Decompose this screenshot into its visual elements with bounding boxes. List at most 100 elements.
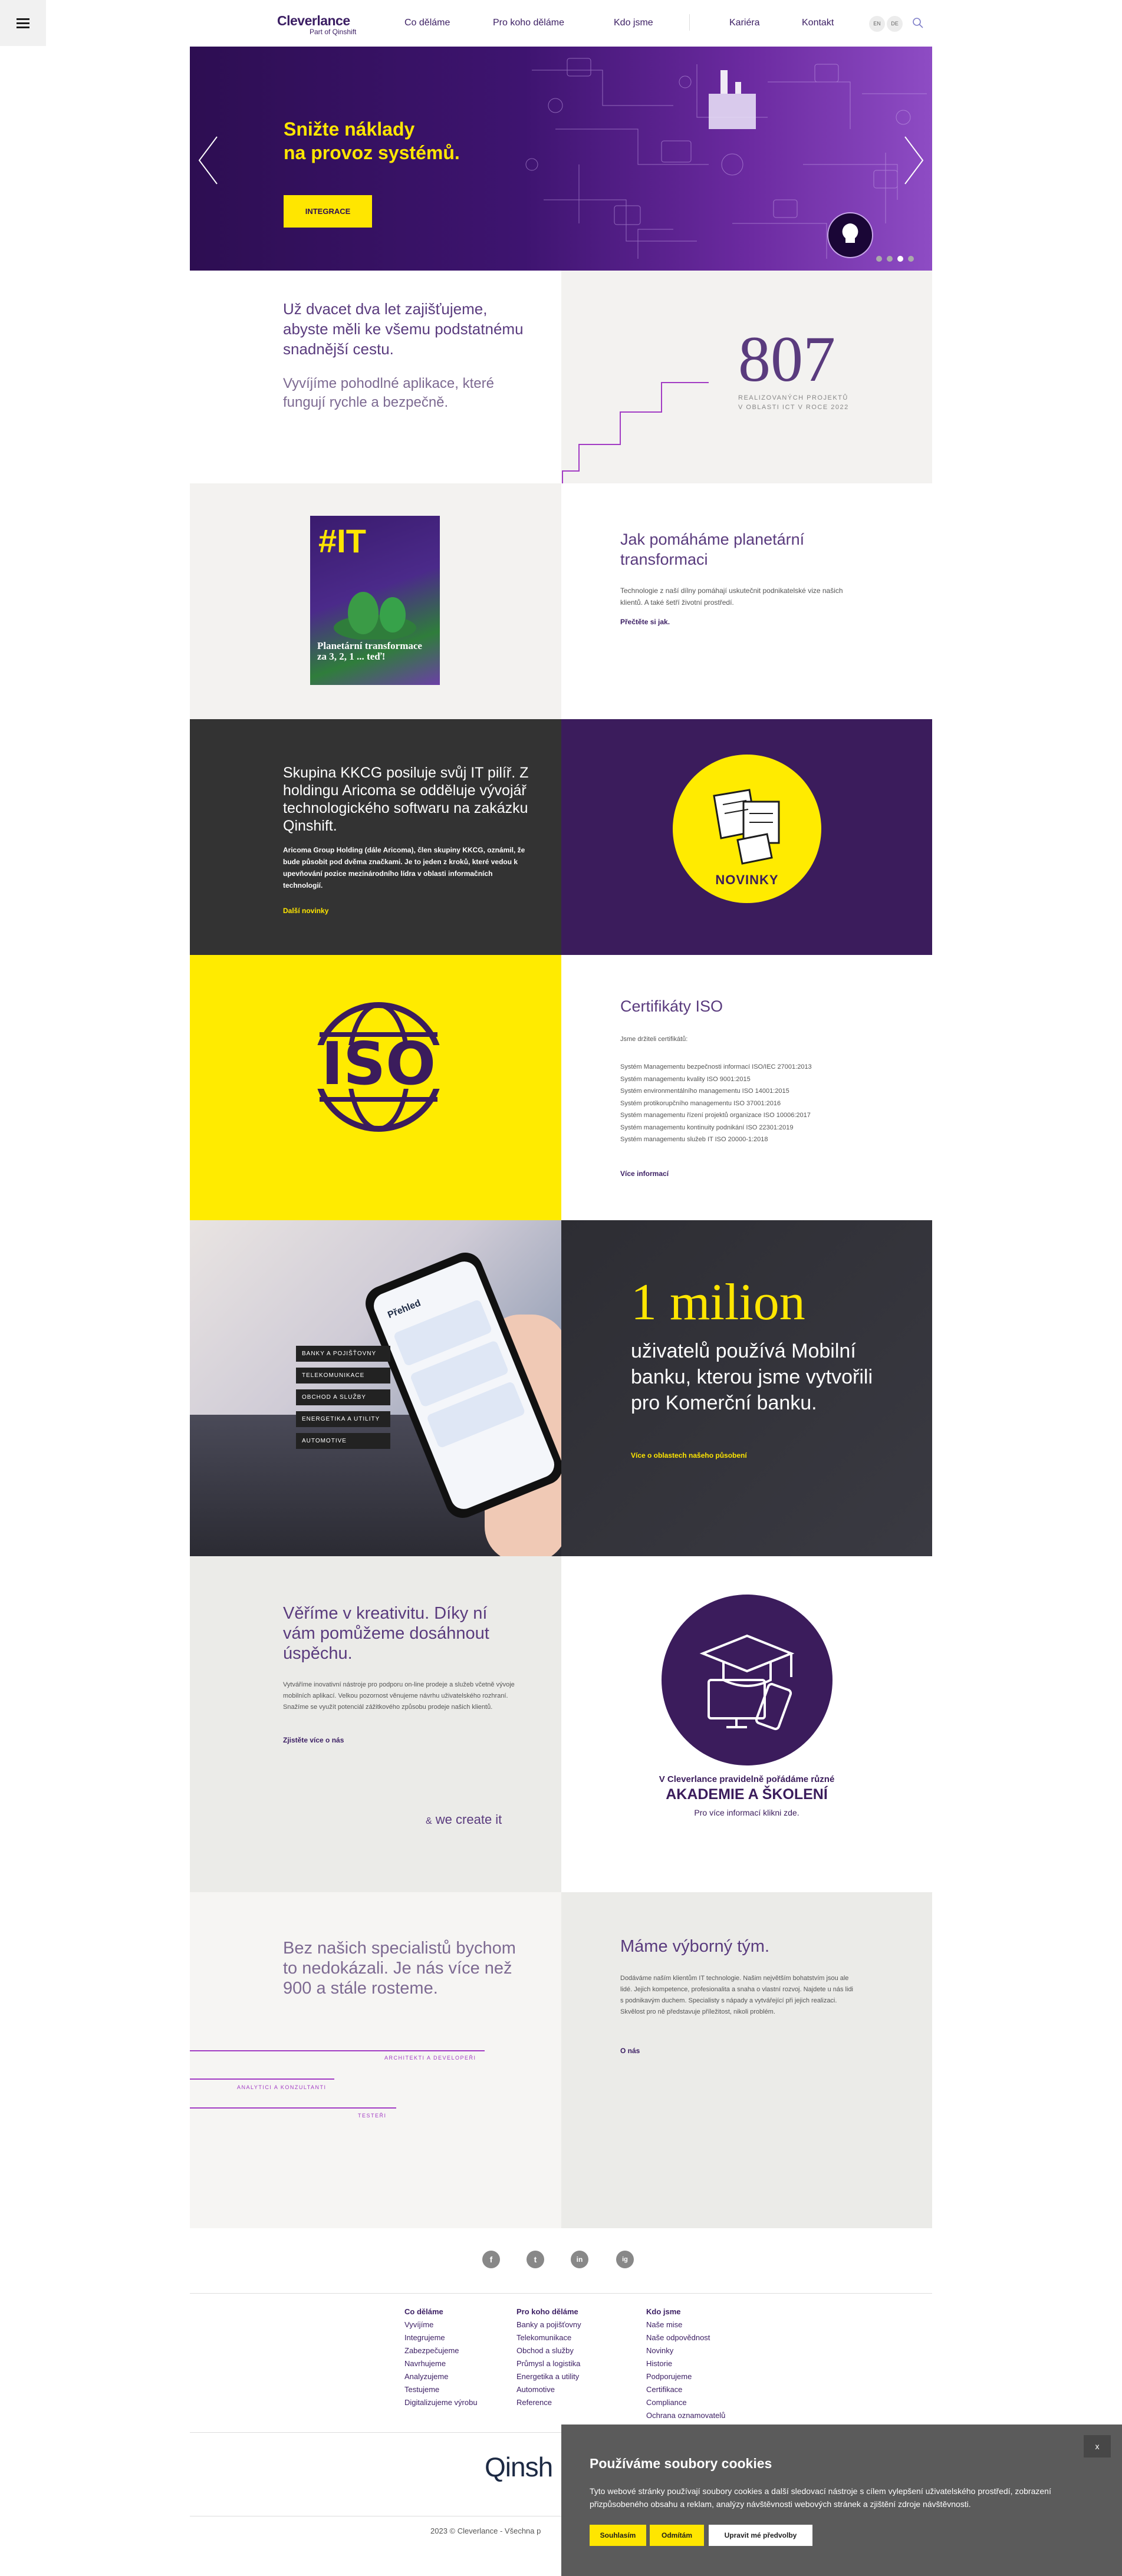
role-line [190,2107,396,2109]
footer-link[interactable]: Banky a pojišťovny [516,2318,581,2331]
hero-title: Snižte náklady na provoz systémů. [284,117,460,164]
footer-link[interactable]: Integrujeme [404,2331,478,2344]
industry-tag[interactable]: OBCHOD A SLUŽBY [296,1389,390,1405]
magazine-text: Technologie z naší dílny pomáhají uskute… [620,587,843,607]
hero-slider: Snižte náklady na provoz systémů. INTEGR… [190,47,932,271]
cookie-close-button[interactable]: x [1084,2435,1111,2458]
slider-dot-active[interactable] [897,256,903,262]
footer-link[interactable]: Reference [516,2396,581,2409]
facebook-icon[interactable]: f [482,2251,500,2268]
footer-link[interactable]: Automotive [516,2383,581,2396]
academy-circle [662,1595,833,1765]
nav-co-delame[interactable]: Co děláme [404,18,450,28]
cookie-reject-button[interactable]: Odmítám [650,2525,704,2546]
iso-item: Systém Managementu bezpečnosti informací… [620,1063,812,1070]
team-section: Bez našich specialistů bychom to nedokáz… [190,1892,932,2228]
team-right-text: Dodáváme naším klientům IT technologie. … [620,1975,854,2015]
iso-intro: Jsme držiteli certifikátů: [620,1036,688,1043]
nav-pro-koho[interactable]: Pro koho děláme [493,18,564,28]
footer-link[interactable]: Naše odpovědnost [646,2331,725,2344]
academy-line: V Cleverlance pravidelně pořádáme různé [659,1774,835,1784]
industry-tag[interactable]: TELEKOMUNIKACE [296,1368,390,1383]
documents-icon [713,789,780,865]
news-text: Aricoma Group Holding (dále Aricoma), čl… [283,846,525,890]
intro-sub: Vyvíjíme pohodlné aplikace, které funguj… [283,375,494,410]
footer-link[interactable]: Certifikace [646,2383,725,2396]
footer-link[interactable]: Naše mise [646,2318,725,2331]
copyright: 2023 © Cleverlance - Všechna p [430,2526,541,2535]
slider-next-arrow-icon[interactable] [901,134,927,187]
slider-dot[interactable] [908,256,914,262]
nav-kariera[interactable]: Kariéra [729,18,760,28]
hero-integrace-button[interactable]: INTEGRACE [284,195,372,228]
industry-tag[interactable]: ENERGETIKA A UTILITY [296,1411,390,1427]
qinshift-logo[interactable]: Qinsh [485,2451,553,2483]
footer-link[interactable]: Vyvíjíme [404,2318,478,2331]
magazine-text-panel: Jak pomáháme planetární transformaci Tec… [561,483,932,719]
creativity-text-panel: Věříme v kreativitu. Díky ní vám pomůžem… [190,1556,561,1892]
footer-link[interactable]: Digitalizujeme výrobu [404,2396,478,2409]
slider-dot[interactable] [887,256,893,262]
stat-panel: 807 REALIZOVANÝCH PROJEKTŮ V OBLASTI ICT… [561,271,932,483]
footer-link[interactable]: Testujeme [404,2383,478,2396]
news-more-link[interactable]: Další novinky [283,907,328,915]
footer-link[interactable]: Compliance [646,2396,725,2409]
cookie-settings-button[interactable]: Upravit mé předvolby [709,2525,812,2546]
footer-link[interactable]: Obchod a služby [516,2344,581,2357]
cookie-banner: x Používáme soubory cookies Tyto webové … [561,2425,1122,2576]
instagram-icon[interactable]: ig [616,2251,634,2268]
nav-kontakt[interactable]: Kontakt [802,18,834,28]
creativity-title: Věříme v kreativitu. Díky ní vám pomůžem… [283,1604,489,1663]
slider-prev-arrow-icon[interactable] [195,134,221,187]
footer-link[interactable]: Novinky [646,2344,725,2357]
footer-link[interactable]: Ochrana oznamovatelů [646,2409,725,2422]
news-section: Skupina KKCG posiluje svůj IT pilíř. Z h… [190,719,932,955]
role-line [190,2050,485,2051]
lang-en-button[interactable]: EN [869,16,885,32]
footer-link[interactable]: Analyzujeme [404,2370,478,2383]
footer-link[interactable]: Telekomunikace [516,2331,581,2344]
team-right-title: Máme výborný tým. [620,1937,769,1956]
footer-link[interactable]: Historie [646,2357,725,2370]
news-badge-label: NOVINKY [715,872,779,887]
academy-panel[interactable]: V Cleverlance pravidelně pořádáme různé … [561,1556,932,1892]
footer-link[interactable]: Průmysl a logistika [516,2357,581,2370]
about-link[interactable]: O nás [620,2047,640,2055]
iso-more-link[interactable]: Více informací [620,1170,669,1178]
iso-title: Certifikáty ISO [620,997,723,1015]
search-icon[interactable] [912,17,924,29]
news-badge-circle: NOVINKY [673,755,821,903]
slider-dot[interactable] [876,256,882,262]
linkedin-icon[interactable]: in [571,2251,588,2268]
role-label: ARCHITEKTI A DEVELOPEŘI [384,2055,476,2061]
industry-tag[interactable]: BANKY A POJIŠŤOVNY [296,1346,390,1362]
cookie-accept-button[interactable]: Souhlasím [590,2525,646,2546]
creativity-more-link[interactable]: Zjistěte více o nás [283,1736,344,1744]
nav-kdo-jsme[interactable]: Kdo jsme [614,18,653,28]
logo[interactable]: Cleverlance [277,13,350,29]
iso-item: Systém protikorupčního managementu ISO 3… [620,1099,781,1107]
twitter-icon[interactable]: t [527,2251,544,2268]
footer-col-title: Kdo jsme [646,2307,681,2316]
footer-link[interactable]: Podporujeme [646,2370,725,2383]
iso-item: Systém managementu řízení projektů organ… [620,1112,811,1119]
footer-col-title: Co děláme [404,2307,443,2316]
news-badge-panel[interactable]: NOVINKY [561,719,932,955]
magazine-link[interactable]: Přečtěte si jak. [620,618,670,626]
footer-col-co-delame: Co děláme Vyvíjíme Integrujeme Zabezpeču… [404,2305,478,2409]
role-label: TESTEŘI [358,2113,387,2119]
footer-link[interactable]: Navrhujeme [404,2357,478,2370]
magazine-cover-image[interactable]: #IT Planetární transformace za 3, 2, 1 .… [310,516,440,685]
industry-tag[interactable]: AUTOMOTIVE [296,1433,390,1449]
hero-title-line: Snižte náklady [284,118,415,140]
lang-de-button[interactable]: DE [887,16,903,32]
site-header: Cleverlance Part of Qinshift Co děláme P… [0,0,1122,46]
iso-section: ISO Certifikáty ISO Jsme držiteli certif… [190,955,932,1220]
hamburger-menu-button[interactable] [0,0,46,46]
footer-link[interactable]: Energetika a utility [516,2370,581,2383]
iso-item: Systém managementu kvality ISO 9001:2015 [620,1075,751,1083]
magazine-cover-text: Planetární transformace za 3, 2, 1 ... t… [317,640,422,662]
mobile-more-link[interactable]: Více o oblastech našeho působení [631,1451,747,1460]
logo-subtitle: Part of Qinshift [310,28,357,36]
footer-link[interactable]: Zabezpečujeme [404,2344,478,2357]
